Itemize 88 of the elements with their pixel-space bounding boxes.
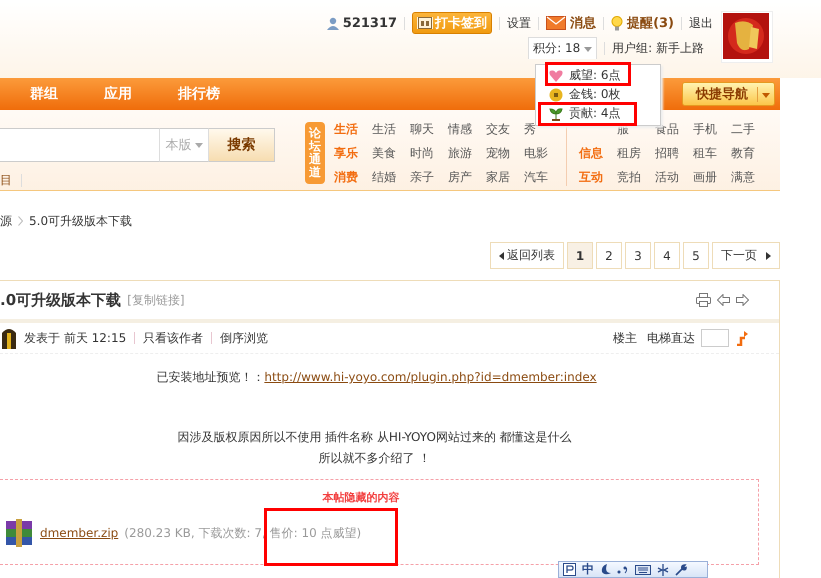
channel-link[interactable]: 竞拍	[617, 168, 655, 186]
search-field[interactable]	[0, 128, 160, 162]
channel-link[interactable]: 租车	[693, 144, 731, 162]
back-to-list-button[interactable]: 返回列表	[490, 242, 564, 269]
channel-link[interactable]: 电影	[524, 144, 562, 162]
reverse-order-link[interactable]: 倒序浏览	[220, 330, 268, 346]
post-time: 发表于 前天 12:15	[24, 330, 126, 346]
wrench-icon[interactable]	[675, 564, 687, 576]
author-avatar-icon	[0, 327, 18, 349]
channel-link[interactable]: 满意	[731, 168, 769, 186]
envelope-icon	[546, 16, 566, 30]
channel-link[interactable]: 旅游	[448, 144, 486, 162]
chevron-icon	[18, 216, 23, 226]
quick-nav-button[interactable]: 快捷导航	[682, 82, 775, 106]
jump-label: 电梯直达	[647, 330, 695, 346]
right-triangle-icon	[766, 252, 771, 260]
settings-link[interactable]: 设置	[507, 14, 532, 32]
channel-badge: 论坛通道	[305, 122, 325, 184]
page-button[interactable]: 3	[625, 242, 651, 269]
heart-icon	[549, 70, 563, 82]
channel-link[interactable]: 租房	[617, 144, 655, 162]
channel-link[interactable]: 二手	[731, 120, 769, 138]
punctuation-icon[interactable]	[617, 564, 629, 574]
channel-link[interactable]: 亲子	[410, 168, 448, 186]
pinyin-icon[interactable]	[563, 563, 576, 576]
calendar-icon	[417, 17, 434, 29]
reminders-link[interactable]: 提醒(3)	[627, 14, 674, 32]
channel-link[interactable]: 房产	[448, 168, 486, 186]
page-button[interactable]: 4	[654, 242, 680, 269]
coin-icon	[549, 88, 563, 102]
breadcrumb-link[interactable]: 5.0可升级版本下载	[29, 212, 132, 230]
channel-link[interactable]: 美食	[372, 144, 410, 162]
go-icon[interactable]	[735, 330, 749, 346]
channel-link[interactable]: 招聘	[655, 144, 693, 162]
channel-link[interactable]: 汽车	[524, 168, 562, 186]
points-menu-item[interactable]: 金钱: 0枚	[549, 87, 620, 102]
messages-link[interactable]: 消息	[570, 14, 596, 32]
channel-link[interactable]: 手机	[693, 120, 731, 138]
avatar[interactable]	[721, 11, 773, 63]
user-id[interactable]: 521317	[342, 16, 398, 30]
author-only-link[interactable]: 只看该作者	[143, 330, 204, 346]
channel-link[interactable]: 生活	[372, 120, 410, 138]
split-icon[interactable]	[657, 564, 669, 576]
caret-icon	[762, 92, 770, 98]
body-text: 因涉及版权原因所以不使用 插件名称 从HI-YOYO网站过来的 都懂这是什么	[176, 429, 573, 446]
next-icon[interactable]	[736, 294, 749, 306]
page-button[interactable]: 2	[596, 242, 622, 269]
channel-link[interactable]: 活动	[655, 168, 693, 186]
channel-link[interactable]: 聊天	[410, 120, 448, 138]
channel-link[interactable]: 时尚	[410, 144, 448, 162]
lightbulb-icon	[611, 16, 624, 30]
body-text: 所以就不多介绍了 ！	[318, 450, 432, 467]
channel-link[interactable]: 交友	[486, 120, 524, 138]
logout-link[interactable]: 退出	[689, 14, 713, 32]
floor-input[interactable]	[701, 329, 729, 347]
breadcrumb-link[interactable]: 源	[0, 212, 12, 230]
points-dropdown[interactable]: 积分: 18	[528, 37, 598, 59]
points-menu-item[interactable]: 贡献: 4点	[549, 106, 620, 121]
left-triangle-icon	[499, 252, 504, 260]
sprout-icon	[549, 106, 563, 120]
user-icon	[326, 16, 339, 30]
keyboard-icon[interactable]	[635, 564, 651, 574]
points-menu-item[interactable]: 威望: 6点	[549, 68, 620, 83]
search-button[interactable]: 搜索	[209, 128, 275, 162]
channel-link[interactable]: 教育	[731, 144, 769, 162]
page-button[interactable]: 5	[683, 242, 709, 269]
floor-label: 楼主	[613, 330, 637, 346]
preview-text: 已安装地址预览！：http://www.hi-yoyo.com/plugin.php?id=dmember:index	[155, 369, 598, 386]
post-title: .0可升级版本下载	[0, 290, 122, 310]
next-page-button[interactable]: 下一页	[712, 242, 780, 269]
hot-search-link[interactable]: 目	[0, 172, 12, 189]
channel-link[interactable]: 情感	[448, 120, 486, 138]
input-mode[interactable]: 中	[582, 561, 594, 578]
channel-link[interactable]: 结婚	[372, 168, 410, 186]
attachment-link[interactable]: dmember.zip	[40, 526, 118, 540]
channel-link[interactable]: 宠物	[486, 144, 524, 162]
caret-icon	[584, 47, 592, 52]
preview-link[interactable]: http://www.hi-yoyo.com/plugin.php?id=dmember:index	[264, 370, 597, 384]
caret-icon	[194, 142, 202, 148]
channel-link[interactable]: 家居	[486, 168, 524, 186]
user-group: 用户组: 新手上路	[612, 40, 704, 56]
previous-icon[interactable]	[717, 294, 730, 306]
moon-icon[interactable]	[600, 564, 611, 576]
print-icon[interactable]	[696, 293, 711, 307]
page-button[interactable]: 1	[567, 242, 593, 269]
archive-icon	[4, 519, 34, 547]
hidden-content-title: 本帖隐藏的内容	[321, 490, 400, 505]
channel-link[interactable]: 画册	[693, 168, 731, 186]
